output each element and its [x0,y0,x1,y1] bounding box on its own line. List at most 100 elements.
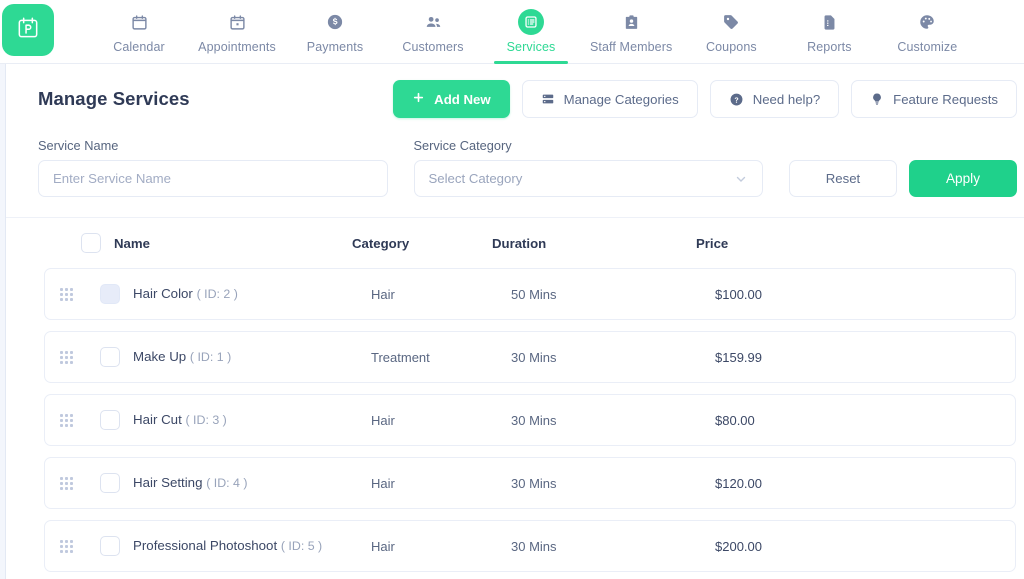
service-category-select[interactable]: Select Category [413,160,763,197]
cell-price: $200.00 [715,538,762,554]
add-new-label: Add New [434,91,491,107]
row-checkbox[interactable] [100,410,120,430]
top-navigation-bar: Calendar Appointments Payments Customers… [0,0,1024,64]
nav-item-services[interactable]: Services [482,0,580,64]
table-row[interactable]: Professional Photoshoot ( ID: 5 ) Hair 30 … [44,520,1016,572]
nav-label-customize: Customize [897,40,958,54]
app-logo[interactable] [2,4,54,56]
cell-price: $80.00 [715,412,755,428]
nav-label-staff-members: Staff Members [590,40,673,54]
nav-item-coupons[interactable]: Coupons [682,0,780,63]
cell-duration: 30 Mins [511,538,557,554]
table-body: Hair Color ( ID: 2 ) Hair 50 Mins $100.00 Ma… [6,268,1020,572]
feature-requests-label: Feature Requests [893,91,998,107]
cell-name: Professional Photoshoot ( ID: 5 ) [133,536,371,556]
service-id-text: ( ID: 2 ) [196,287,238,301]
cell-category: Treatment [371,349,430,365]
need-help-label: Need help? [752,91,821,107]
service-id-text: ( ID: 1 ) [189,350,232,364]
row-checkbox-cell [87,473,133,493]
filter-buttons: Reset Apply [789,160,1020,197]
cell-name: Make Up ( ID: 1 ) [133,347,371,367]
cell-category: Hair [371,538,395,554]
id-badge-icon [618,9,644,35]
service-category-value: Select Category [428,171,523,186]
row-checkbox[interactable] [100,536,120,556]
nav-item-staff-members[interactable]: Staff Members [580,0,682,63]
column-header-name: Name [114,235,150,251]
drag-handle-icon[interactable] [45,476,87,490]
nav-label-reports: Reports [807,40,852,54]
page-body: Manage Services Add New Manage Categorie… [0,64,1024,579]
reset-button[interactable]: Reset [789,160,897,197]
nav-label-services: Services [506,40,556,54]
manage-categories-button[interactable]: Manage Categories [521,80,698,118]
question-circle-icon [729,92,744,107]
table-row[interactable]: Hair Color ( ID: 2 ) Hair 50 Mins $100.00 [44,268,1016,320]
manage-categories-label: Manage Categories [563,91,679,107]
select-all-cell [68,233,114,253]
row-checkbox-cell [87,536,133,556]
header-actions: Add New Manage Categories Need help? Fea… [393,80,1020,118]
service-name-label: Service Name [38,138,119,153]
nav-items: Calendar Appointments Payments Customers… [54,0,1024,64]
select-all-checkbox[interactable] [81,233,101,253]
service-name-text: Professional Photoshoot [133,538,278,553]
service-category-label: Service Category [413,138,512,153]
service-name-text: Hair Cut [133,412,182,427]
table-header-row: Name Category Duration Price [6,218,1020,268]
row-checkbox[interactable] [100,473,120,493]
nav-label-calendar: Calendar [113,40,165,54]
add-new-button[interactable]: Add New [393,80,510,118]
column-header-price: Price [696,235,729,251]
chevron-down-icon [734,172,748,186]
cell-name: Hair Cut ( ID: 3 ) [133,410,371,430]
nav-item-calendar[interactable]: Calendar [90,0,188,63]
calendar-icon [126,9,152,35]
row-checkbox[interactable] [100,347,120,367]
cell-name: Hair Color ( ID: 2 ) [133,284,371,304]
page-header: Manage Services Add New Manage Categorie… [6,64,1024,132]
palette-icon [914,9,940,35]
tag-icon [718,9,744,35]
nav-item-customize[interactable]: Customize [878,0,976,63]
need-help-button[interactable]: Need help? [709,80,840,118]
cell-duration: 30 Mins [511,349,557,365]
nav-item-appointments[interactable]: Appointments [188,0,286,63]
cell-category: Hair [371,412,395,428]
apply-button[interactable]: Apply [909,160,1017,197]
drag-handle-icon[interactable] [45,287,87,301]
people-icon [420,9,446,35]
service-id-text: ( ID: 3 ) [185,413,227,427]
cell-category: Hair [371,475,395,491]
main-content: Manage Services Add New Manage Categorie… [6,64,1024,579]
drag-handle-icon[interactable] [45,350,87,364]
nav-item-payments[interactable]: Payments [286,0,384,63]
drag-handle-icon[interactable] [45,413,87,427]
drag-handle-icon[interactable] [45,539,87,553]
column-header-duration: Duration [492,235,547,251]
list-stack-icon [541,92,555,106]
calendar-dot-icon [224,9,250,35]
column-header-category: Category [352,235,410,251]
table-row[interactable]: Hair Cut ( ID: 3 ) Hair 30 Mins $80.00 [44,394,1016,446]
service-name-text: Hair Setting [133,475,203,490]
row-checkbox[interactable] [100,284,120,304]
page-title: Manage Services [38,88,190,109]
row-checkbox-cell [87,410,133,430]
cell-duration: 50 Mins [511,286,557,302]
feature-requests-button[interactable]: Feature Requests [851,80,1017,118]
cell-price: $159.99 [715,349,762,365]
table-row[interactable]: Hair Setting ( ID: 4 ) Hair 30 Mins $120.00 [44,457,1016,509]
cell-duration: 30 Mins [511,412,557,428]
row-checkbox-cell [87,347,133,367]
cell-name: Hair Setting ( ID: 4 ) [133,473,371,493]
nav-item-customers[interactable]: Customers [384,0,482,63]
nav-item-reports[interactable]: Reports [780,0,878,63]
filter-bar: Service Name Service Category Select Cat… [6,132,1024,218]
table-row[interactable]: Make Up ( ID: 1 ) Treatment 30 Mins $159.99 [44,331,1016,383]
service-name-input[interactable] [38,160,388,197]
nav-label-payments: Payments [306,40,364,54]
service-name-text: Hair Color [133,286,193,301]
nav-label-coupons: Coupons [705,40,757,54]
